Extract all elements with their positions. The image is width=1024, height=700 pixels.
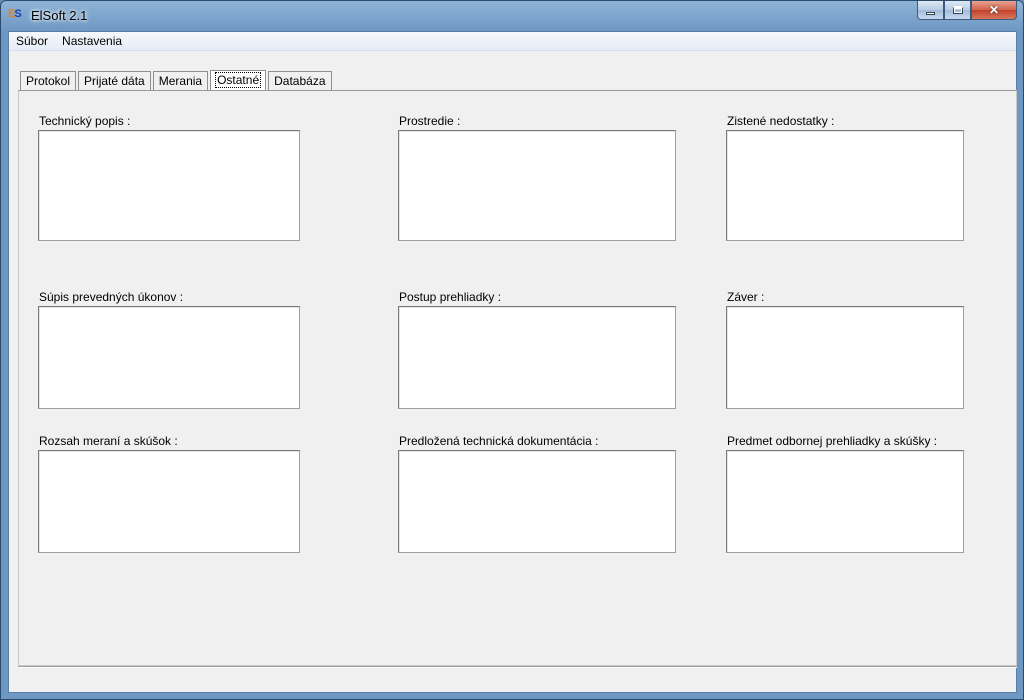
technicky-popis-label: Technický popis :: [39, 114, 131, 128]
zistene-nedostatky-textarea[interactable]: [726, 130, 964, 241]
tab-databaza[interactable]: Databáza: [268, 71, 332, 90]
technicky-popis-textarea[interactable]: [38, 130, 300, 241]
predmet-prehliadky-textarea[interactable]: [726, 450, 964, 553]
menu-bar: Súbor Nastavenia: [9, 32, 1016, 51]
zaver-textarea[interactable]: [726, 306, 964, 409]
supis-ukonov-textarea[interactable]: [38, 306, 300, 409]
postup-prehliadky-textarea[interactable]: [398, 306, 676, 409]
rozsah-merani-label: Rozsah meraní a skúšok :: [39, 434, 178, 448]
prostredie-label: Prostredie :: [399, 114, 461, 128]
predmet-prehliadky-label: Predmet odbornej prehliadky a skúšky :: [727, 434, 938, 448]
tab-ostatne[interactable]: Ostatné: [210, 70, 267, 91]
status-separator: [18, 666, 1017, 668]
window-title: ElSoft 2.1: [31, 8, 88, 23]
app-window: ES ElSoft 2.1 ✕ Súbor Nastavenia Protoko…: [0, 0, 1024, 700]
maximize-icon: [952, 6, 963, 14]
caption-buttons: ✕: [917, 1, 1017, 21]
tab-prijate-data[interactable]: Prijaté dáta: [78, 71, 151, 90]
menu-nastavenia[interactable]: Nastavenia: [55, 32, 129, 50]
client-area: Súbor Nastavenia Protokol Prijaté dáta M…: [8, 31, 1017, 693]
predlozena-dokumentacia-label: Predložená technická dokumentácia :: [399, 434, 599, 448]
postup-prehliadky-label: Postup prehliadky :: [399, 290, 502, 304]
minimize-icon: [926, 11, 935, 15]
tab-strip: Protokol Prijaté dáta Merania Ostatné Da…: [20, 69, 334, 91]
tab-page-ostatne: Technický popis : Prostredie : Zistené n…: [18, 90, 1017, 666]
close-icon: ✕: [988, 3, 1000, 17]
maximize-button[interactable]: [944, 1, 971, 20]
title-bar[interactable]: ES ElSoft 2.1 ✕: [1, 1, 1023, 31]
tab-protokol[interactable]: Protokol: [20, 71, 77, 90]
rozsah-merani-textarea[interactable]: [38, 450, 300, 553]
minimize-button[interactable]: [917, 1, 944, 20]
tab-merania[interactable]: Merania: [152, 71, 209, 90]
close-button[interactable]: ✕: [971, 1, 1017, 20]
zistene-nedostatky-label: Zistené nedostatky :: [727, 114, 835, 128]
menu-subor[interactable]: Súbor: [9, 32, 55, 50]
prostredie-textarea[interactable]: [398, 130, 676, 241]
predlozena-dokumentacia-textarea[interactable]: [398, 450, 676, 553]
zaver-label: Záver :: [727, 290, 765, 304]
app-logo-icon: ES: [8, 8, 22, 20]
supis-ukonov-label: Súpis prevedných úkonov :: [39, 290, 184, 304]
